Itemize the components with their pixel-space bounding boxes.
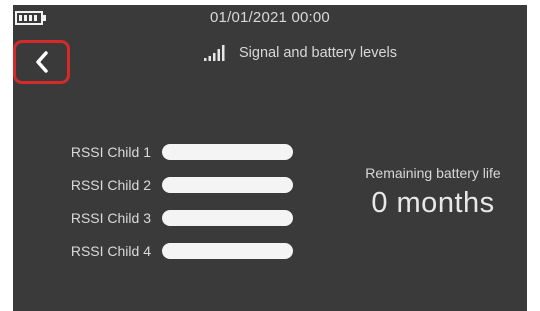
rssi-bar xyxy=(162,177,293,193)
rssi-bar xyxy=(162,210,293,226)
page-title: Signal and battery levels xyxy=(239,45,397,61)
status-datetime: 01/01/2021 00:00 xyxy=(210,9,330,26)
rssi-row-child-1: RSSI Child 1 xyxy=(13,142,303,164)
chevron-left-icon xyxy=(35,51,48,73)
battery-life-label: Remaining battery life xyxy=(365,165,501,181)
rssi-row-child-2: RSSI Child 2 xyxy=(13,175,303,197)
rssi-bar xyxy=(162,243,293,259)
rssi-label: RSSI Child 4 xyxy=(70,243,151,259)
rssi-row-child-3: RSSI Child 3 xyxy=(13,208,303,230)
battery-life-panel: Remaining battery life 0 months xyxy=(343,165,523,220)
page-header: Signal and battery levels xyxy=(203,42,397,64)
back-button[interactable] xyxy=(13,40,70,84)
rssi-row-child-4: RSSI Child 4 xyxy=(13,241,303,263)
rssi-label: RSSI Child 1 xyxy=(70,144,151,160)
battery-life-value: 0 months xyxy=(371,187,495,219)
rssi-bar xyxy=(162,144,293,160)
signal-bars-icon xyxy=(204,45,225,61)
rssi-label: RSSI Child 3 xyxy=(70,210,151,226)
device-screen: 01/01/2021 00:00 Signal and battery leve… xyxy=(13,5,527,311)
rssi-label: RSSI Child 2 xyxy=(70,177,151,193)
